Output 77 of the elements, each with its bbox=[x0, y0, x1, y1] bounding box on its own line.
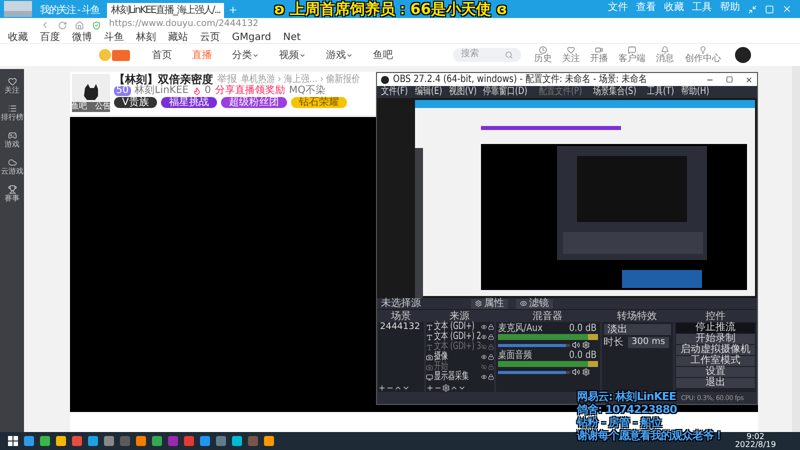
nav-link[interactable]: 鱼吧 bbox=[373, 48, 393, 62]
dock-title: 控件 bbox=[674, 311, 756, 322]
header-action[interactable]: 创作中心 bbox=[683, 46, 723, 64]
source-bar-button[interactable]: 滤镜 bbox=[516, 298, 553, 308]
banner-overlay: ʚ 上周首席饲养员：66是小天使 ɞ bbox=[274, 2, 508, 17]
room-badge[interactable]: 钻石荣耀 bbox=[290, 97, 347, 108]
menu-item[interactable]: 停靠窗口(D) bbox=[483, 87, 528, 97]
duration-label: 时长 bbox=[604, 338, 624, 348]
control-button[interactable]: 启动虚拟摄像机 bbox=[676, 345, 756, 355]
bookmark-link[interactable]: 斗鱼 bbox=[104, 32, 124, 42]
source-item[interactable]: 显示器采集 bbox=[426, 372, 494, 382]
channel-reading: 0.0 dB bbox=[568, 324, 596, 334]
header-action[interactable]: 消息 bbox=[655, 46, 675, 64]
source-item[interactable]: 开始 bbox=[426, 362, 494, 372]
source-item[interactable]: 摄像 bbox=[426, 352, 494, 362]
browser-tab[interactable]: 林刻LinKEE直播_海上强人/... bbox=[107, 3, 224, 18]
control-button[interactable]: 设置 bbox=[676, 367, 756, 377]
level-badge: 50 bbox=[114, 86, 131, 96]
overlay-text: 谢谢每个愿意看我的观众老爷！ bbox=[577, 429, 724, 442]
share-link[interactable]: 分享直播领奖励 bbox=[215, 86, 285, 96]
overlay-text: 钻粉 - 房管 - 船位 bbox=[577, 416, 662, 429]
anchor-name: 林刻LinKEE bbox=[134, 86, 189, 96]
menu-item[interactable]: 编辑(E) bbox=[414, 87, 442, 97]
nav-link[interactable]: 游戏 bbox=[326, 48, 353, 62]
source-item[interactable]: 文本 (GDI+) bbox=[426, 322, 494, 332]
control-button[interactable]: 停止推流 bbox=[676, 323, 756, 333]
dock-title: 来源 bbox=[426, 311, 494, 322]
channel-reading: 0.0 dB bbox=[568, 351, 596, 361]
source-item[interactable]: 文本 (GDI+) 2 bbox=[426, 332, 494, 342]
avatar-link[interactable]: 鱼吧 bbox=[71, 103, 87, 111]
nav-link[interactable]: 分类 bbox=[232, 48, 259, 62]
follow-link[interactable]: MQ不染 bbox=[289, 86, 326, 96]
menu-item[interactable]: 文件(F) bbox=[381, 87, 408, 97]
bookmark-link[interactable]: 收藏 bbox=[8, 32, 28, 42]
header-action[interactable]: 关注 bbox=[561, 46, 581, 64]
hot-count: 0 bbox=[204, 86, 211, 96]
clock-time: 9:02 bbox=[746, 433, 764, 441]
scene-item[interactable]: 2444132 bbox=[378, 322, 424, 333]
avatar-link[interactable]: 公告 bbox=[95, 103, 111, 111]
channel-name: 桌面音频 bbox=[498, 351, 532, 361]
room-badge[interactable]: 福星挑战 bbox=[160, 97, 217, 108]
room-badge[interactable]: V贵族 bbox=[114, 97, 157, 108]
window-title: OBS 27.2.4 (64-bit, windows) - 配置文件: 未命名 - 场景: 未命名 bbox=[393, 74, 647, 84]
dock-title: 转场特效 bbox=[602, 311, 673, 322]
transition-select[interactable]: 淡出 bbox=[604, 324, 671, 335]
menu-item[interactable]: 场景集合(S) bbox=[592, 87, 636, 97]
bookmark-link[interactable]: 百度 bbox=[40, 32, 60, 42]
dock-title: 场景 bbox=[378, 311, 424, 322]
overlay-text: 网易云: 林刻LinKEE bbox=[577, 390, 676, 403]
source-bar-button[interactable]: 属性 bbox=[471, 298, 508, 308]
nav-link[interactable]: 视频 bbox=[279, 48, 306, 62]
control-button[interactable]: 工作室模式 bbox=[676, 356, 756, 366]
breadcrumb: 单机热游 › 海上强... › 偷新报价 bbox=[241, 74, 360, 84]
duration-field[interactable]: 300 ms bbox=[628, 337, 670, 348]
bookmark-link[interactable]: 林刻 bbox=[136, 32, 156, 42]
bookmark-link[interactable]: 微博 bbox=[72, 32, 92, 42]
clock-date: 2022/8/19 bbox=[734, 441, 776, 449]
source-item[interactable]: 文本 (GDI+) 3 bbox=[426, 342, 494, 352]
room-title: 【林刻】双倍亲密度 bbox=[114, 74, 213, 85]
no-source-label: 未选择源 bbox=[381, 298, 422, 308]
dock-title: 混音器 bbox=[496, 311, 600, 322]
header-action[interactable]: 客户端 bbox=[617, 46, 647, 64]
address-field[interactable]: https://www.douyu.com/2444132 bbox=[109, 18, 259, 32]
control-button[interactable]: 开始录制 bbox=[676, 334, 756, 344]
bookmark-link[interactable]: GMgard bbox=[232, 32, 272, 42]
header-action[interactable]: 开播 bbox=[589, 46, 609, 64]
menu-item[interactable]: 帮助(H) bbox=[680, 87, 710, 97]
menu-item[interactable]: 视图(V) bbox=[448, 87, 476, 97]
menu-item[interactable]: 工具(T) bbox=[646, 87, 674, 97]
room-badge[interactable]: 超级粉丝团 bbox=[220, 97, 287, 108]
nav-link[interactable]: 首页 bbox=[152, 48, 172, 62]
bookmark-link[interactable]: Net bbox=[283, 32, 301, 42]
header-action[interactable]: 历史 bbox=[533, 46, 553, 64]
bookmark-link[interactable]: 藏站 bbox=[168, 32, 188, 42]
bookmark-link[interactable]: 云页 bbox=[200, 32, 220, 42]
control-button[interactable]: 退出 bbox=[676, 378, 756, 388]
channel-name: 麦克风/Aux bbox=[498, 324, 542, 334]
